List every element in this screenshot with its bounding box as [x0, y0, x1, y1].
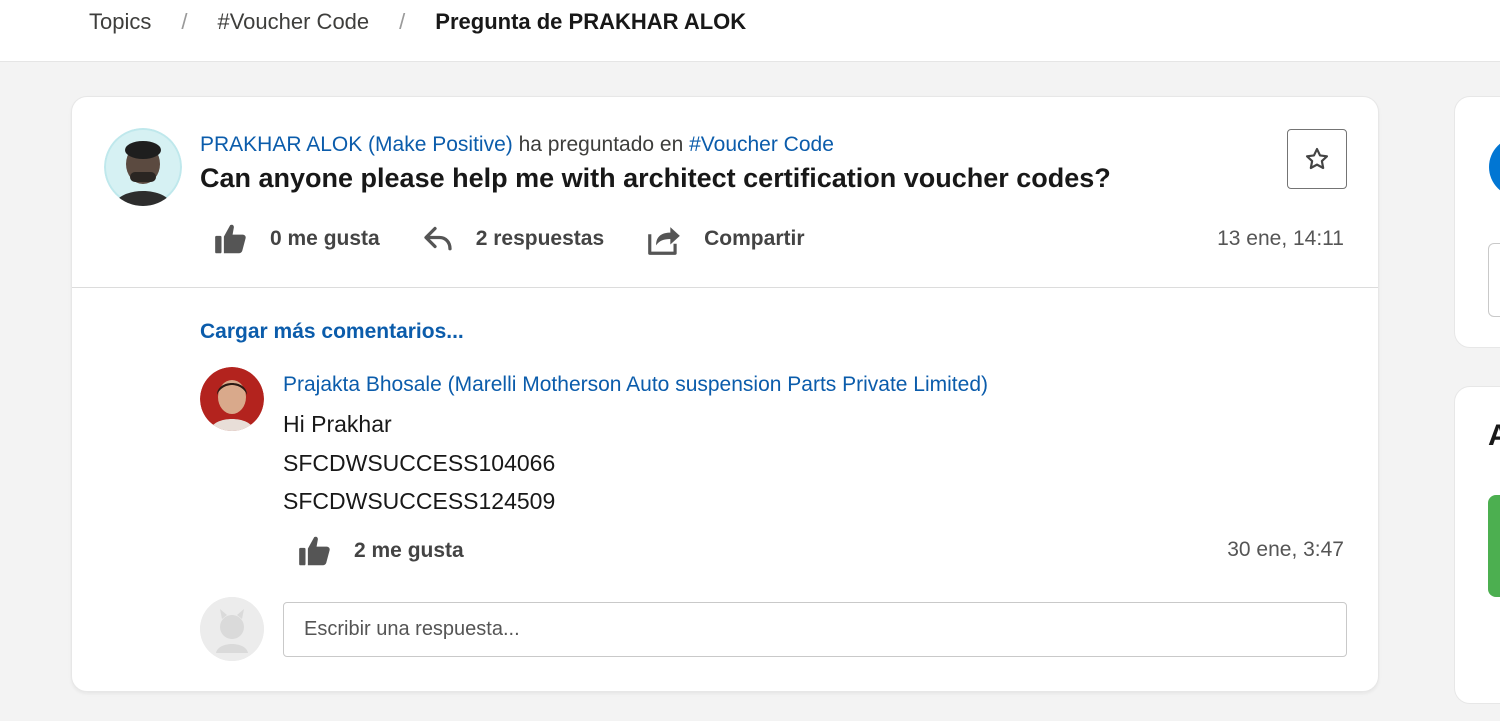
follow-button[interactable]: [1287, 129, 1347, 189]
breadcrumb-separator: /: [399, 9, 406, 34]
comment-timestamp[interactable]: 30 ene, 3:47: [1227, 538, 1344, 562]
comment-like-count: 2 me gusta: [354, 539, 464, 562]
reply-icon: [424, 226, 452, 251]
replies-button[interactable]: 2 respuestas: [420, 221, 604, 257]
question-title[interactable]: Can anyone please help me with architect…: [200, 163, 1111, 194]
thumbs-up-icon: [299, 536, 330, 566]
author-avatar[interactable]: [104, 128, 182, 206]
comment-line: SFCDWSUCCESS124509: [283, 488, 556, 514]
current-user-avatar: [200, 597, 264, 661]
replies-count: 2 respuestas: [475, 227, 605, 250]
comment-body: Hi Prakhar SFCDWSUCCESS104066 SFCDWSUCCE…: [283, 405, 555, 521]
question-author-link[interactable]: PRAKHAR ALOK (Make Positive): [200, 133, 513, 156]
question-topic-link[interactable]: #Voucher Code: [689, 133, 834, 156]
share-label: Compartir: [704, 227, 805, 250]
breadcrumb-voucher-code[interactable]: #Voucher Code: [217, 9, 369, 35]
comment-like-button[interactable]: 2 me gusta: [296, 532, 464, 570]
asked-in-text: ha preguntado en: [518, 133, 684, 156]
comment-line: SFCDWSUCCESS104066: [283, 449, 556, 476]
question-card: PRAKHAR ALOK (Make Positive) ha pregunta…: [71, 96, 1379, 692]
divider: [72, 287, 1378, 288]
load-more-comments-link[interactable]: Cargar más comentarios...: [200, 320, 464, 344]
thumbs-up-icon: [215, 224, 246, 254]
share-icon: [648, 227, 680, 255]
reply-input[interactable]: [283, 602, 1347, 657]
side-avatar[interactable]: [1489, 137, 1500, 197]
side-green-tile[interactable]: [1488, 495, 1500, 597]
breadcrumb-topics[interactable]: Topics: [89, 9, 151, 35]
comment-line: Hi Prakhar: [283, 411, 392, 437]
user-avatar-placeholder-icon: [200, 597, 264, 661]
side-card-profile: [1454, 96, 1500, 348]
breadcrumb-separator: /: [181, 9, 188, 34]
star-icon: [1305, 147, 1329, 170]
question-meta: PRAKHAR ALOK (Make Positive) ha pregunta…: [200, 133, 834, 157]
side-button[interactable]: [1488, 243, 1500, 317]
commenter-avatar[interactable]: [200, 367, 264, 431]
question-actions: 0 me gusta 2 respuestas Compartir: [212, 219, 845, 259]
breadcrumb: Topics / #Voucher Code / Pregunta de PRA…: [89, 9, 746, 35]
breadcrumb-current: Pregunta de PRAKHAR ALOK: [435, 9, 747, 34]
comment-actions: 2 me gusta: [296, 531, 504, 571]
side-card-secondary: A: [1454, 386, 1500, 704]
side-card-heading: A: [1488, 419, 1500, 452]
breadcrumb-bar: Topics / #Voucher Code / Pregunta de PRA…: [0, 0, 1500, 62]
share-button[interactable]: Compartir: [644, 220, 805, 258]
like-count: 0 me gusta: [270, 227, 380, 250]
comment-author-link[interactable]: Prajakta Bhosale (Marelli Motherson Auto…: [283, 373, 988, 397]
like-button[interactable]: 0 me gusta: [212, 220, 380, 258]
question-timestamp[interactable]: 13 ene, 14:11: [1217, 227, 1344, 251]
